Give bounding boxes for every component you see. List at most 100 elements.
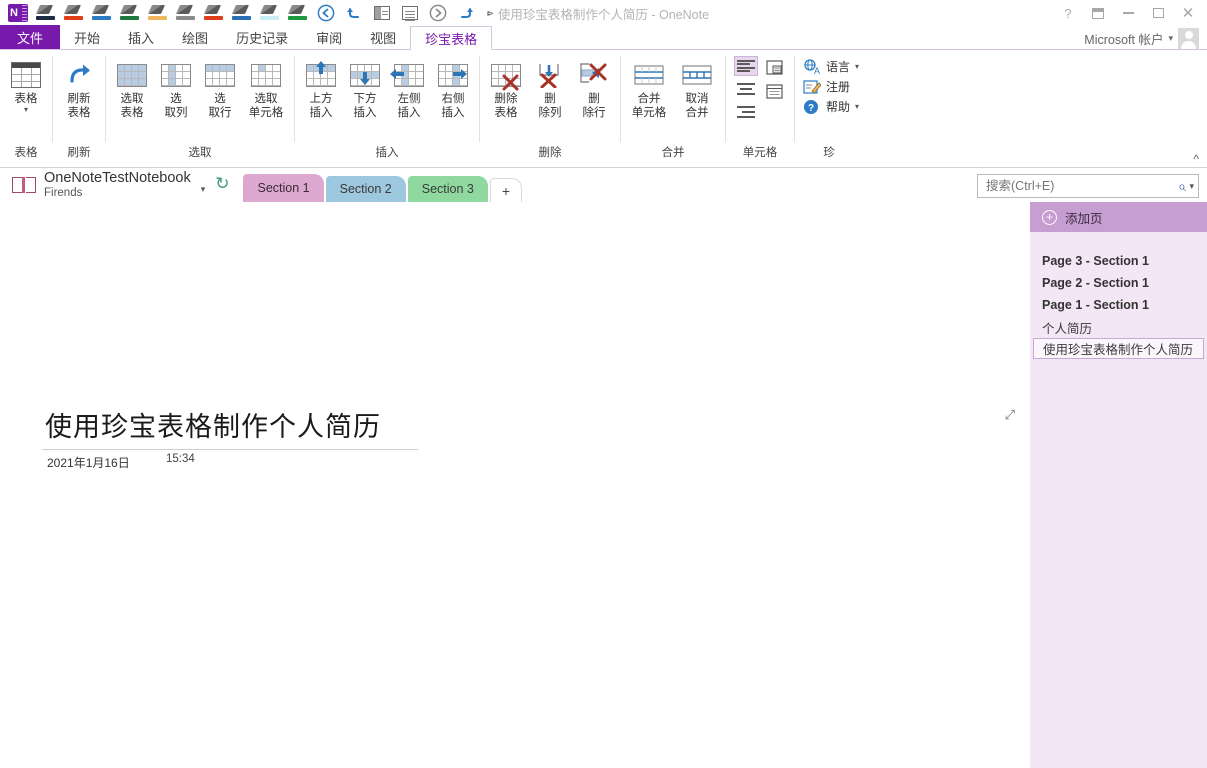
page-pane-empty-area	[1030, 359, 1207, 768]
delete-column-button[interactable]: 删 除列	[528, 56, 572, 122]
tab-insert[interactable]: 插入	[114, 25, 168, 49]
tab-zhenbao-table[interactable]: 珍宝表格	[410, 26, 492, 50]
customize-qat-icon[interactable]: ⩺	[480, 7, 500, 20]
notebook-icon[interactable]	[12, 175, 36, 195]
restore-icon[interactable]	[1143, 2, 1173, 24]
select-row-button[interactable]: 选 取行	[198, 56, 242, 122]
ribbon-display-options-icon[interactable]	[1083, 2, 1113, 24]
tab-draw[interactable]: 绘图	[168, 25, 222, 49]
chevron-down-icon[interactable]: ▾	[855, 102, 859, 111]
page-list-item[interactable]: Page 3 - Section 1	[1030, 250, 1207, 272]
tab-view[interactable]: 视图	[356, 25, 410, 49]
tab-file[interactable]: 文件	[0, 25, 60, 49]
add-section-button[interactable]: +	[490, 178, 522, 202]
add-page-label: 添加页	[1065, 208, 1103, 227]
page-canvas[interactable]: 使用珍宝表格制作个人简历 2021年1月16日 15:34 ⤢	[0, 202, 1030, 768]
forward-circle-icon[interactable]	[424, 1, 452, 25]
page-time[interactable]: 15:34	[166, 453, 195, 465]
merge-cells-button[interactable]: 合并 单元格	[625, 56, 673, 122]
cell-borders-button[interactable]	[762, 81, 786, 101]
search-input[interactable]	[986, 179, 1178, 193]
help-icon[interactable]: ?	[1053, 2, 1083, 24]
search-icon[interactable]: ⌕	[1178, 178, 1186, 195]
notebook-info[interactable]: OneNoteTestNotebook Firends	[44, 171, 191, 198]
pen-green-icon[interactable]	[116, 1, 144, 25]
full-page-view-icon[interactable]	[396, 1, 424, 25]
select-cell-button[interactable]: 选取 单元格	[242, 56, 290, 122]
select-column-button[interactable]: 选 取列	[154, 56, 198, 122]
select-cell-icon	[251, 58, 281, 92]
add-page-button[interactable]: + 添加页	[1030, 202, 1207, 232]
align-left-button[interactable]	[734, 56, 758, 76]
chevron-down-icon[interactable]: ▾	[24, 106, 28, 114]
redo-icon[interactable]	[452, 1, 480, 25]
page-list-item-selected[interactable]: 使用珍宝表格制作个人简历	[1033, 338, 1204, 359]
table-icon	[11, 58, 41, 92]
tab-home[interactable]: 开始	[60, 25, 114, 49]
ribbon-group-delete: 删除 表格 删 除列	[480, 52, 620, 162]
ribbon-group-zhen: A 语言 ▾ 注册 ? 帮助 ▾ 珍	[795, 52, 863, 162]
cell-shading-button[interactable]	[762, 57, 786, 77]
align-center-button[interactable]	[734, 79, 758, 99]
title-bar: N ⩺ 使用珍宝表格制作个人简历 - OneNote ? ✕	[0, 0, 1207, 26]
tab-review[interactable]: 审阅	[302, 25, 356, 49]
insert-below-button[interactable]: 下方 插入	[343, 56, 387, 122]
dock-to-desktop-icon[interactable]	[368, 1, 396, 25]
collapse-ribbon-button[interactable]: ^	[1193, 153, 1199, 165]
delete-row-button[interactable]: 删 除行	[572, 56, 616, 122]
insert-right-label: 右侧 插入	[442, 92, 465, 120]
group-label-cell: 单元格	[726, 145, 794, 162]
insert-above-button[interactable]: 上方 插入	[299, 56, 343, 122]
pen-black-icon[interactable]	[32, 1, 60, 25]
undo-icon[interactable]	[340, 1, 368, 25]
tab-history[interactable]: 历史记录	[222, 25, 302, 49]
help-button[interactable]: ? 帮助 ▾	[803, 98, 859, 115]
group-label-select: 选取	[106, 145, 294, 162]
close-icon[interactable]: ✕	[1173, 2, 1203, 24]
select-table-button[interactable]: 选取 表格	[110, 56, 154, 122]
pen-cyan-icon[interactable]	[256, 1, 284, 25]
notebook-dropdown-icon[interactable]: ▾	[201, 184, 206, 195]
sync-icon[interactable]: ↻	[215, 174, 229, 194]
unmerge-button[interactable]: 取消 合并	[673, 56, 721, 122]
chevron-down-icon[interactable]: ▾	[855, 62, 859, 71]
search-box[interactable]: ⌕ ▾	[977, 174, 1199, 198]
page-list-item[interactable]: Page 1 - Section 1	[1030, 294, 1207, 316]
back-circle-icon[interactable]	[312, 1, 340, 25]
section-tab-1[interactable]: Section 1	[243, 174, 323, 202]
page-date[interactable]: 2021年1月16日	[47, 454, 130, 471]
svg-text:?: ?	[808, 103, 814, 114]
account-area[interactable]: Microsoft 帐户 ▾	[1084, 28, 1199, 49]
expand-page-icon[interactable]: ⤢	[1005, 408, 1015, 421]
pen-tan-icon[interactable]	[144, 1, 172, 25]
onenote-logo-icon[interactable]: N	[4, 1, 32, 25]
ribbon-group-merge: 合并 单元格 取消 合并 合并	[621, 52, 725, 162]
avatar[interactable]	[1178, 28, 1199, 49]
notebook-name: OneNoteTestNotebook	[44, 171, 191, 186]
ribbon-group-cell: 单元格	[726, 52, 794, 162]
register-button[interactable]: 注册	[803, 78, 850, 95]
page-title[interactable]: 使用珍宝表格制作个人简历	[45, 405, 381, 444]
pen-red-2-icon[interactable]	[200, 1, 228, 25]
align-right-button[interactable]	[734, 102, 758, 122]
table-button[interactable]: 表格 ▾	[4, 56, 48, 116]
insert-left-button[interactable]: 左侧 插入	[387, 56, 431, 122]
svg-text:A: A	[814, 66, 820, 75]
delete-table-button[interactable]: 删除 表格	[484, 56, 528, 122]
section-tab-2[interactable]: Section 2	[326, 176, 406, 202]
pen-blue-2-icon[interactable]	[228, 1, 256, 25]
pen-blue-icon[interactable]	[88, 1, 116, 25]
group-label-insert: 插入	[295, 145, 479, 162]
chevron-down-icon[interactable]: ▾	[1168, 33, 1173, 44]
section-tab-3[interactable]: Section 3	[408, 176, 488, 202]
insert-right-button[interactable]: 右侧 插入	[431, 56, 475, 122]
pen-grey-icon[interactable]	[172, 1, 200, 25]
refresh-table-button[interactable]: 刷新 表格	[57, 56, 101, 122]
search-dropdown-icon[interactable]: ▾	[1189, 181, 1194, 192]
page-list-item[interactable]: Page 2 - Section 1	[1030, 272, 1207, 294]
language-button[interactable]: A 语言 ▾	[803, 58, 859, 75]
page-list-item[interactable]: 个人简历	[1030, 316, 1207, 338]
pen-green-2-icon[interactable]	[284, 1, 312, 25]
pen-red-icon[interactable]	[60, 1, 88, 25]
minimize-icon[interactable]	[1113, 2, 1143, 24]
